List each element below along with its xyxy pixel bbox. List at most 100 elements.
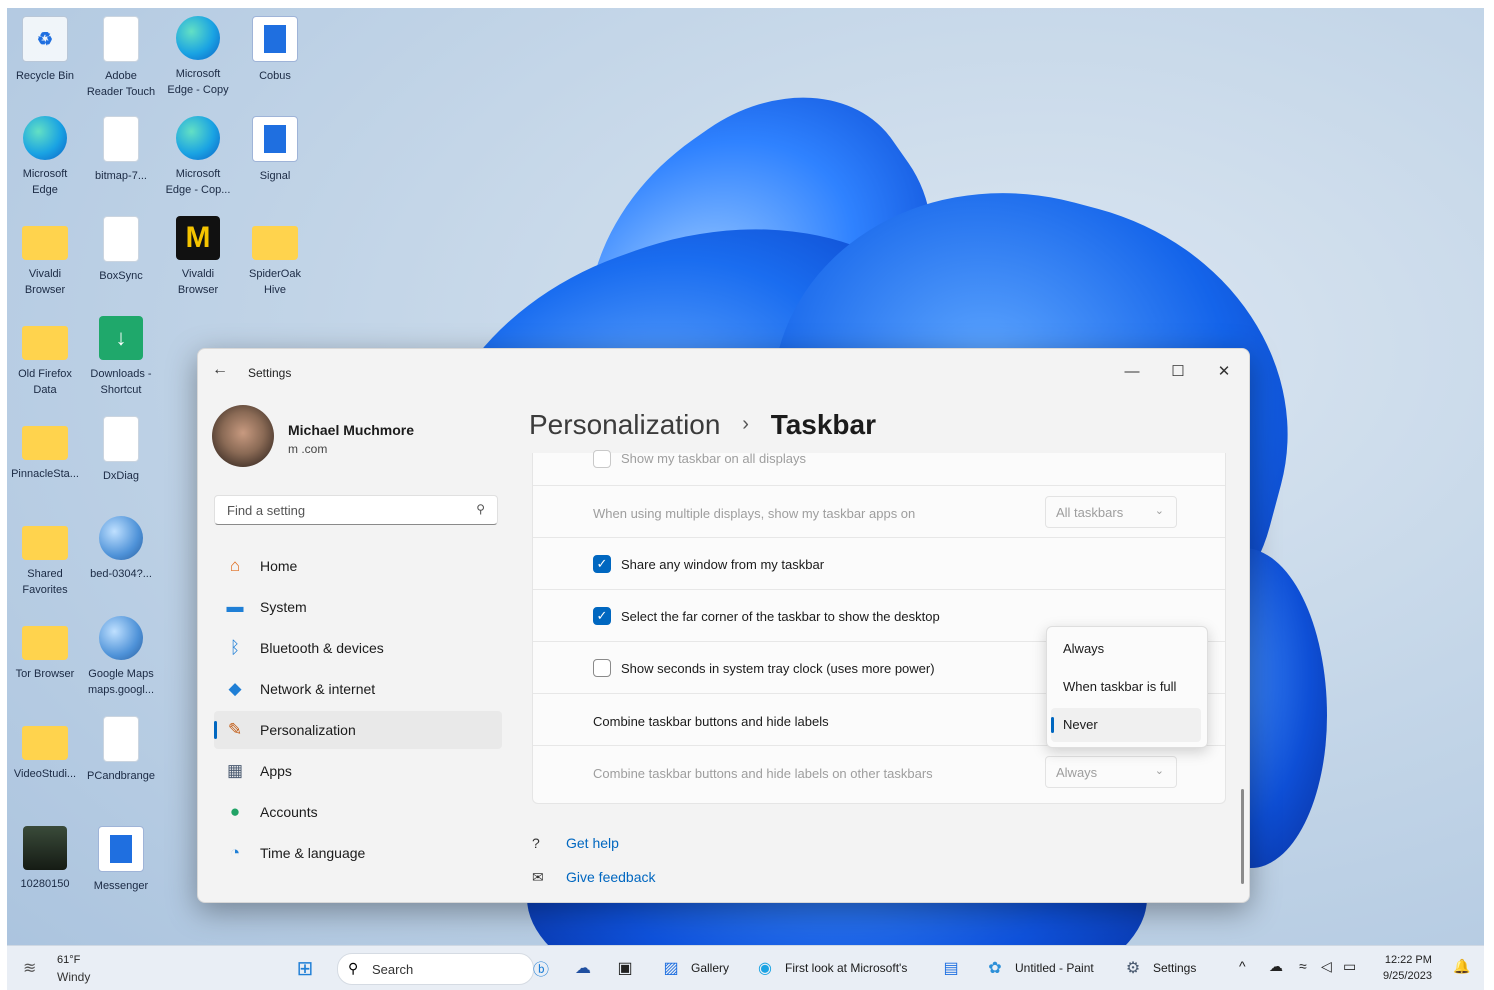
gallery-icon: ▨ [663, 960, 679, 977]
desktop-icon-document[interactable]: DxDiag [83, 416, 159, 484]
sidebar-item-network-internet[interactable]: ◆ Network & internet [214, 670, 502, 708]
desktop-icon-folder[interactable]: Vivaldi Browser [7, 216, 83, 298]
desktop-icon-document[interactable]: PCandbrange [83, 716, 159, 784]
sidebar-item-apps[interactable]: ▦ Apps [214, 752, 502, 790]
edge-icon [176, 16, 220, 60]
wifi-icon[interactable]: ≈ [1299, 958, 1307, 974]
show-all-displays-checkbox[interactable] [593, 450, 611, 468]
taskbar-copilot[interactable]: ⓑ [529, 946, 553, 990]
desktop-icon-label: bitmap-7... [95, 170, 147, 182]
desktop-icon-photo[interactable]: 10280150 [7, 826, 83, 892]
desktop-icon-label: Google Maps maps.googl... [87, 668, 155, 696]
menu-option-never[interactable]: Never [1051, 708, 1201, 742]
combine-other-dropdown[interactable]: Always ⌄ [1045, 756, 1177, 788]
onedrive-icon[interactable]: ☁ [1269, 958, 1283, 975]
taskbar-search[interactable]: ⚲ Search [337, 953, 534, 985]
sidebar-item-home[interactable]: ⌂ Home [214, 547, 502, 585]
give-feedback-link[interactable]: ✉ Give feedback [532, 869, 656, 886]
combine-buttons-dropdown-menu: Always When taskbar is full Never [1046, 626, 1208, 748]
taskbar-widgets[interactable]: ☁ [571, 946, 595, 990]
setting-label: Combine taskbar buttons and hide labels [593, 714, 829, 729]
close-button[interactable]: ✕ [1204, 357, 1244, 385]
apps-icon: ▦ [226, 761, 244, 780]
desktop-icon-label: BoxSync [99, 270, 143, 282]
scrollbar[interactable] [1241, 789, 1244, 884]
desktop-icon-document[interactable]: Adobe Reader Touch [83, 16, 159, 100]
desktop-icon-app[interactable]: Signal [237, 116, 313, 184]
desktop-icon-document[interactable]: BoxSync [83, 216, 159, 284]
windows-logo-icon: ⊞ [296, 957, 314, 980]
folder-icon [22, 326, 68, 360]
desktop-icon-folder[interactable]: VideoStudi... [7, 716, 83, 782]
notification-bell-icon[interactable]: 🔔 [1453, 958, 1470, 975]
sidebar-item-accounts[interactable]: ● Accounts [214, 793, 502, 831]
desktop-icon-downloads[interactable]: ↓ Downloads - Shortcut [83, 316, 159, 398]
sidebar-item-system[interactable]: ▬ System [214, 588, 502, 626]
settings-gear-icon: ⚙ [1125, 960, 1141, 977]
desktop-icon-folder[interactable]: Shared Favorites [7, 516, 83, 598]
sidebar-item-time-language[interactable]: ◔ Time & language [214, 834, 502, 872]
globe-icon [99, 616, 143, 660]
maximize-button[interactable]: ☐ [1158, 357, 1198, 385]
wind-icon: ≋ [23, 960, 37, 977]
image-file-icon [103, 116, 139, 162]
taskbar-app-gallery[interactable]: ▨ Gallery [659, 946, 729, 990]
desktop-icon-folder[interactable]: Tor Browser [7, 616, 83, 682]
sidebar-item-label: Time & language [260, 845, 366, 861]
desktop-icon-label: Vivaldi Browser [177, 268, 219, 296]
battery-icon[interactable]: ▭ [1343, 958, 1356, 975]
desktop-icon-edge[interactable]: Microsoft Edge [7, 116, 83, 198]
system-icon: ▬ [226, 597, 244, 616]
search-input[interactable] [225, 502, 469, 519]
recycle-bin-icon: ♻ [22, 16, 68, 62]
multi-display-dropdown[interactable]: All taskbars ⌄ [1045, 496, 1177, 528]
downloads-icon: ↓ [99, 316, 143, 360]
volume-icon[interactable]: ◁ [1321, 958, 1332, 975]
share-window-checkbox[interactable]: ✓ [593, 555, 611, 573]
setting-row-show-all-displays: Show my taskbar on all displays [533, 445, 1225, 485]
taskbar-store[interactable]: ▤ [939, 946, 963, 990]
user-name: Michael Muchmore [288, 422, 415, 438]
desktop-icon-folder[interactable]: Old Firefox Data [7, 316, 83, 398]
clock-date: 9/25/2023 [1383, 970, 1432, 982]
taskbar-app-settings[interactable]: ⚙ Settings [1121, 946, 1197, 990]
far-corner-checkbox[interactable]: ✓ [593, 607, 611, 625]
desktop-icon-label: Shared Favorites [22, 568, 68, 596]
get-help-link[interactable]: ? Get help [532, 835, 619, 851]
desktop-icon-edge[interactable]: Microsoft Edge - Cop... [160, 116, 236, 198]
desktop-icon-folder[interactable]: PinnacleSta... [7, 416, 83, 482]
desktop-icon-folder[interactable]: SpiderOak Hive [237, 216, 313, 298]
show-seconds-checkbox[interactable] [593, 659, 611, 677]
show-hidden-icons-chevron-up-icon[interactable]: ^ [1239, 958, 1246, 974]
taskbar-task-view[interactable]: ▣ [613, 946, 637, 990]
desktop-icon-recycle-bin[interactable]: ♻ Recycle Bin [7, 16, 83, 84]
desktop-icon-app[interactable]: Messenger [83, 826, 159, 894]
network-icon: ◆ [228, 679, 242, 698]
taskbar-app-paint[interactable]: ✿ Untitled - Paint [983, 946, 1093, 990]
menu-option-when-full[interactable]: When taskbar is full [1051, 670, 1201, 704]
link-label: Get help [566, 835, 619, 851]
desktop-icon-app[interactable]: Cobus [237, 16, 313, 84]
clock-time: 12:22 PM [1384, 954, 1432, 966]
search-icon: ⚲ [348, 960, 359, 976]
back-arrow-icon[interactable]: ← [212, 361, 228, 379]
breadcrumb-parent[interactable]: Personalization [529, 409, 720, 440]
desktop-icon-globe[interactable]: bed-0304?... [83, 516, 159, 582]
edge-icon [176, 116, 220, 160]
sidebar-item-personalization[interactable]: ✎ Personalization [214, 711, 502, 749]
desktop-icon-label: 10280150 [20, 878, 70, 890]
taskbar-app-edge[interactable]: ◉ First look at Microsoft's [753, 946, 907, 990]
minimize-button[interactable]: — [1112, 357, 1152, 385]
sidebar-item-bluetooth-devices[interactable]: ᛒ Bluetooth & devices [214, 629, 502, 667]
desktop-icon-image[interactable]: bitmap-7... [83, 116, 159, 184]
setting-label: Share any window from my taskbar [621, 557, 825, 572]
desktop-icon-globe[interactable]: Google Maps maps.googl... [83, 616, 159, 698]
find-setting-search[interactable]: ⚲ [214, 495, 498, 525]
feedback-icon: ✉ [532, 869, 544, 885]
desktop-icon-edge[interactable]: Microsoft Edge - Copy [160, 16, 236, 98]
menu-option-always[interactable]: Always [1051, 632, 1201, 666]
desktop-icon-malwarebytes[interactable]: M Vivaldi Browser [160, 216, 236, 298]
task-view-icon: ▣ [617, 960, 633, 977]
start-button[interactable]: ⊞ [293, 946, 317, 990]
taskbar-clock[interactable]: 12:22 PM 9/25/2023 [1383, 952, 1432, 984]
